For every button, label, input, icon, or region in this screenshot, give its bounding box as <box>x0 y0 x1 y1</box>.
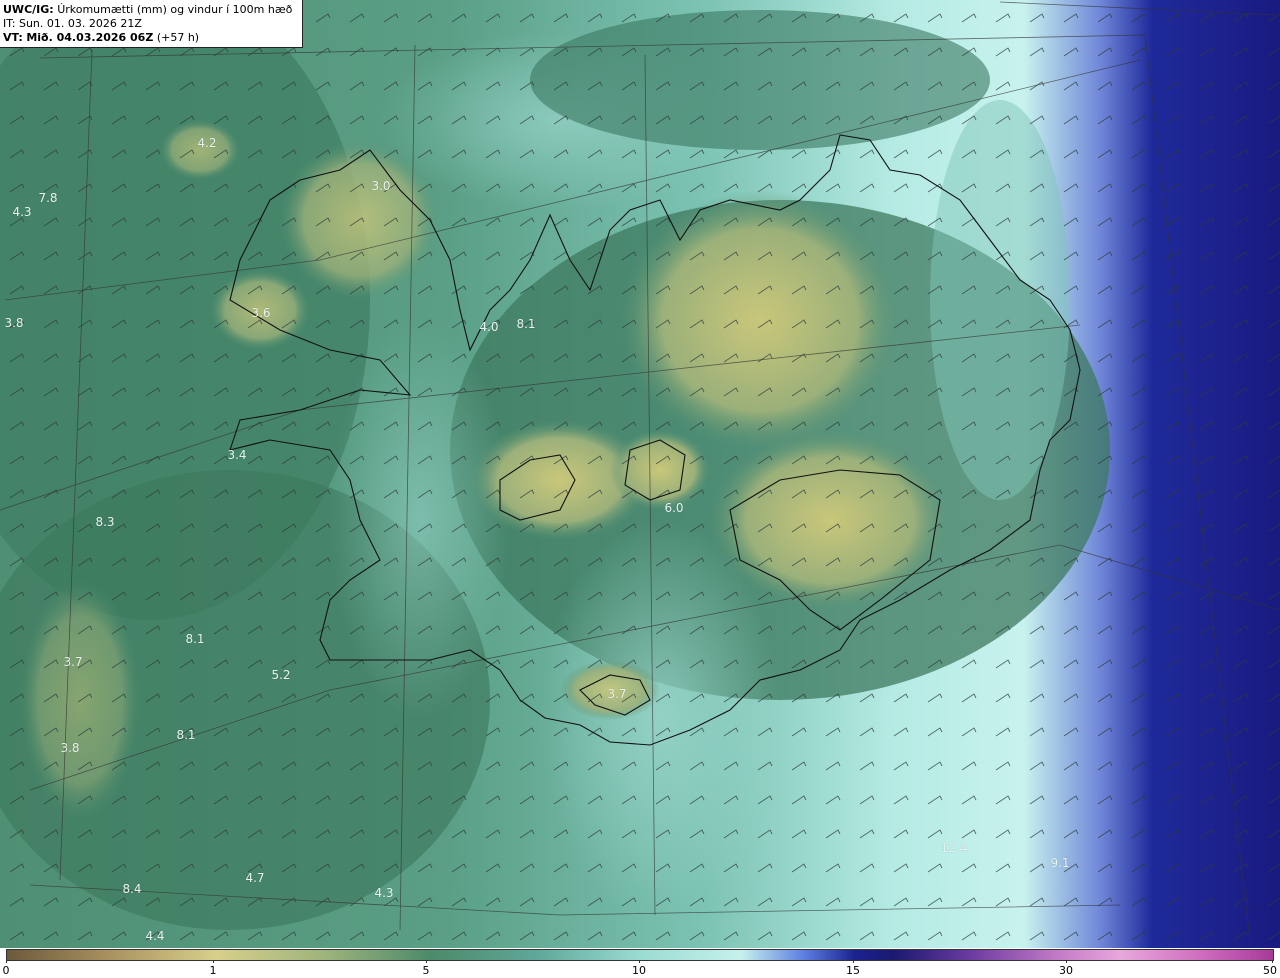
value-label: 3.8 <box>60 741 80 755</box>
colorbar-tick-label: 0 <box>2 964 10 977</box>
colorbar-tick-label: 5 <box>422 964 430 977</box>
value-label: 8.3 <box>95 515 115 529</box>
value-label: 4.2 <box>197 136 217 150</box>
valid-time-prefix: VT: <box>3 31 23 44</box>
colorbar-tick-label: 10 <box>632 964 646 977</box>
colorbar-tick-mark <box>853 960 854 963</box>
value-label: 3.4 <box>227 448 247 462</box>
colorbar-tick-mark <box>1066 960 1067 963</box>
colorbar-tick-mark <box>639 960 640 963</box>
colorbar-tick-label: 15 <box>846 964 860 977</box>
title-line: UWC/IG: Úrkomumætti (mm) og vindur í 100… <box>3 3 302 17</box>
value-label: 3.6 <box>251 306 271 320</box>
colorbar-tick-label: 50 <box>1263 964 1277 977</box>
value-label: 3.7 <box>607 687 627 701</box>
lead-time: (+57 h) <box>156 31 200 44</box>
colorbar-tick-mark <box>213 960 214 963</box>
colorbar-tick-mark <box>426 960 427 963</box>
value-label: 8.1 <box>185 632 205 646</box>
info-box: UWC/IG: Úrkomumætti (mm) og vindur í 100… <box>0 0 303 48</box>
value-label: 4.0 <box>479 320 499 334</box>
value-label: 3.8 <box>4 316 24 330</box>
value-label: 3.7 <box>63 655 83 669</box>
valid-time: Mið. 04.03.2026 06Z <box>26 31 154 44</box>
map-title: Úrkomumætti (mm) og vindur í 100m hæð <box>57 3 293 16</box>
value-label: 12.4 <box>940 841 968 855</box>
value-label: 9.1 <box>1050 856 1070 870</box>
value-label: 6.0 <box>664 501 684 515</box>
value-label: 5.2 <box>271 668 291 682</box>
value-label: 8.4 <box>122 882 142 896</box>
value-label: 4.4 <box>145 929 165 943</box>
valid-time-line: VT: Mið. 04.03.2026 06Z (+57 h) <box>3 31 302 45</box>
wind-barbs <box>0 0 1280 948</box>
colorbar-tick-mark <box>1272 960 1273 963</box>
init-time: IT: Sun. 01. 03. 2026 21Z <box>3 17 142 30</box>
value-label: 8.1 <box>516 317 536 331</box>
colorbar-tick-mark <box>6 960 7 963</box>
value-label: 8.1 <box>176 728 196 742</box>
value-label: 3.0 <box>371 179 391 193</box>
value-label: 7.8 <box>38 191 58 205</box>
model-name: UWC/IG: <box>3 3 54 16</box>
colorbar-tick-label: 30 <box>1059 964 1073 977</box>
value-label: 4.7 <box>245 871 265 885</box>
value-label: 4.3 <box>12 205 32 219</box>
colorbar-tick-label: 1 <box>209 964 217 977</box>
value-label: 4.3 <box>374 886 394 900</box>
precipitable-water-map <box>0 0 1280 948</box>
colorbar: 0 1 5 10 15 30 50 <box>0 948 1280 978</box>
colorbar-gradient <box>6 949 1274 961</box>
